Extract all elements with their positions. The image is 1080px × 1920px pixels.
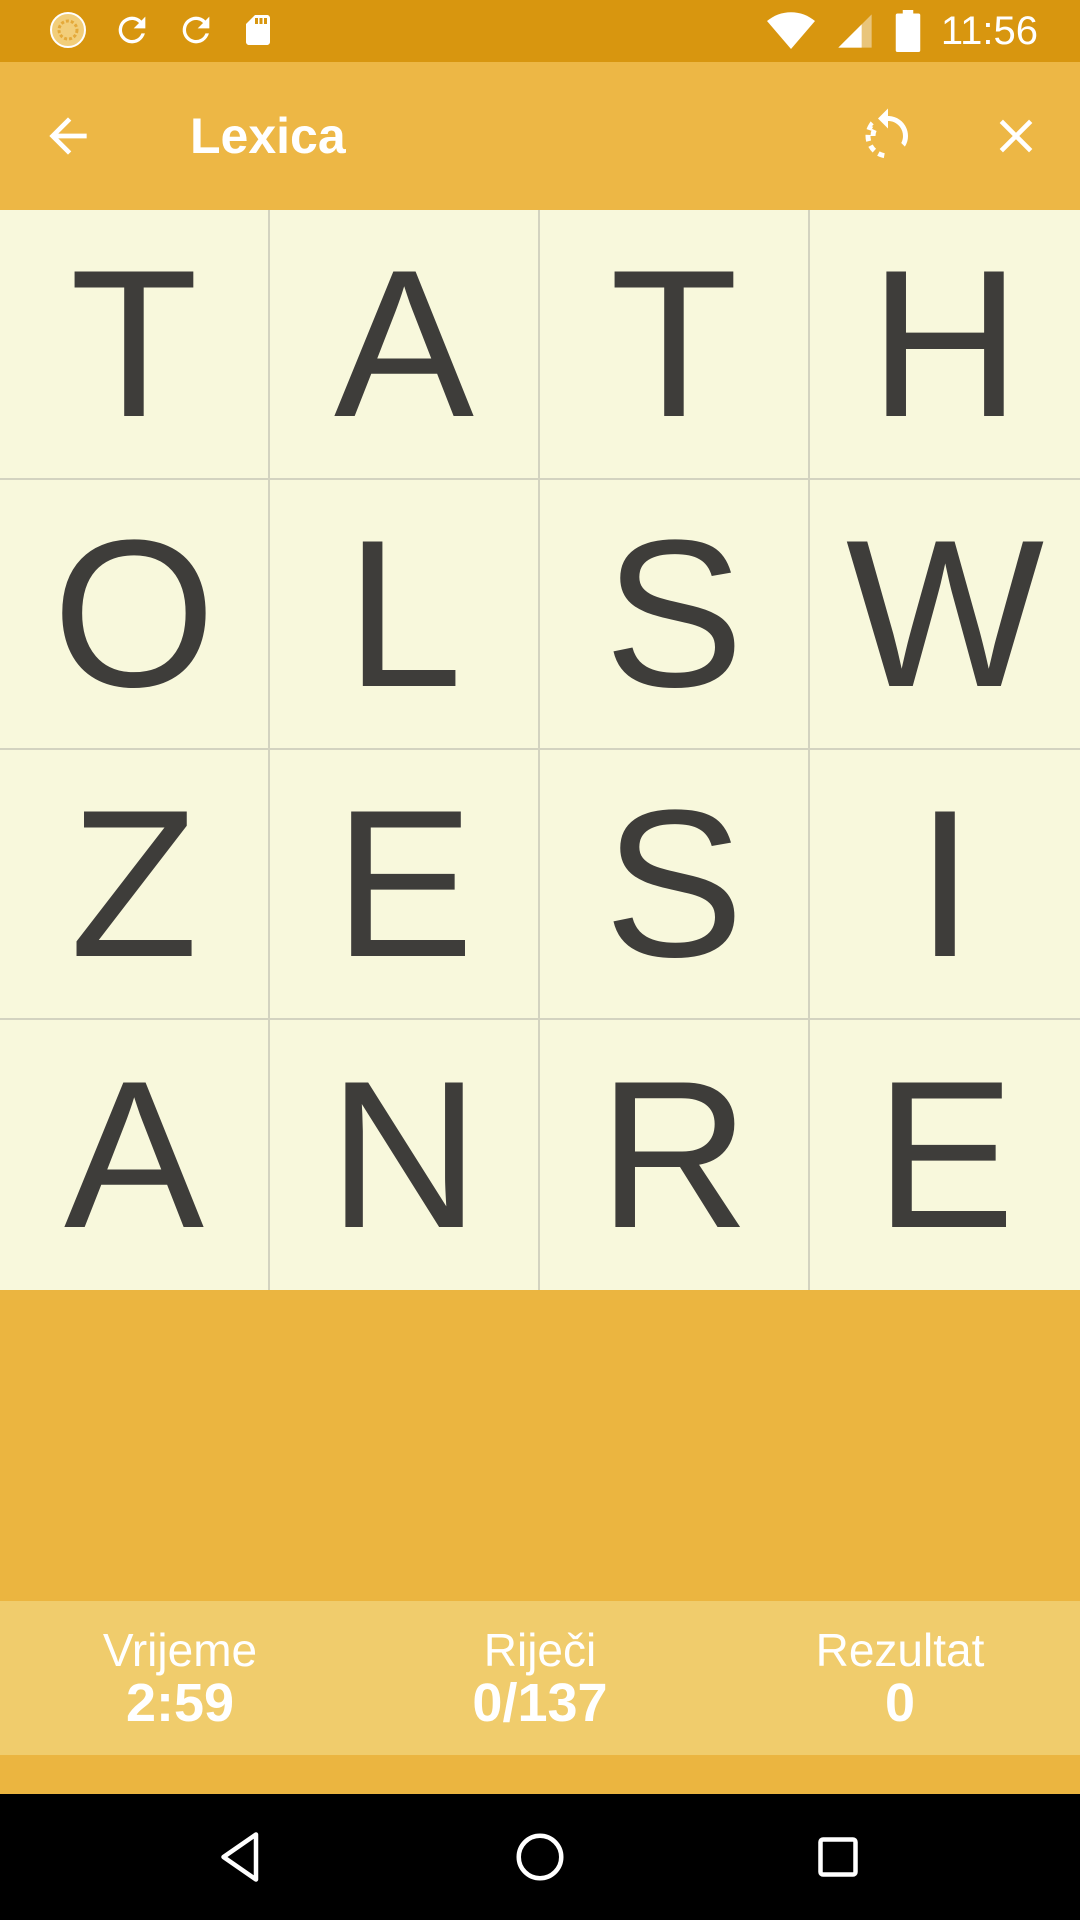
restart-button[interactable] <box>858 106 918 166</box>
battery-icon <box>895 10 921 52</box>
letter-tile[interactable]: I <box>810 750 1080 1020</box>
nav-recents-button[interactable] <box>808 1827 868 1887</box>
page-title: Lexica <box>190 108 346 164</box>
nav-home-button[interactable] <box>510 1827 570 1887</box>
app-bar: Lexica <box>0 62 1080 210</box>
letter-tile[interactable]: A <box>270 210 540 480</box>
close-button[interactable] <box>988 108 1044 164</box>
letter-tile[interactable]: E <box>810 1020 1080 1290</box>
letter-tile[interactable]: T <box>540 210 810 480</box>
nav-back-button[interactable] <box>211 1827 271 1887</box>
sd-card-icon <box>246 15 270 45</box>
stats-bar: Vrijeme 2:59 Riječi 0/137 Rezultat 0 <box>0 1601 1080 1755</box>
letter-board: T A T H O L S W Z E S I A N R E <box>0 210 1080 1290</box>
back-arrow-icon <box>49 117 87 155</box>
words-stat: Riječi 0/137 <box>390 1625 690 1731</box>
nav-back-icon <box>221 1832 259 1882</box>
back-button[interactable] <box>40 108 96 164</box>
letter-tile[interactable]: O <box>0 480 270 750</box>
nav-recents-icon <box>818 1837 858 1877</box>
letter-tile[interactable]: W <box>810 480 1080 750</box>
letter-tile[interactable]: A <box>0 1020 270 1290</box>
time-value: 2:59 <box>125 1673 235 1733</box>
status-time: 11:56 <box>940 9 1038 53</box>
words-value: 0/137 <box>472 1673 608 1733</box>
cell-signal-icon <box>838 14 872 48</box>
refresh-icon <box>865 108 908 159</box>
letter-tile[interactable]: H <box>810 210 1080 480</box>
letter-tile[interactable]: T <box>0 210 270 480</box>
letter-tile[interactable]: N <box>270 1020 540 1290</box>
app-notification-icon <box>50 12 86 48</box>
score-stat: Rezultat 0 <box>750 1625 1050 1731</box>
letter-tile[interactable]: S <box>540 480 810 750</box>
words-label: Riječi <box>483 1624 597 1676</box>
letter-tile[interactable]: S <box>540 750 810 1020</box>
navigation-bar <box>0 1794 1080 1920</box>
close-icon <box>999 119 1033 153</box>
status-bar: 11:56 <box>0 0 1080 62</box>
letter-tile[interactable]: L <box>270 480 540 750</box>
sync-icon <box>182 16 210 44</box>
score-label: Rezultat <box>815 1624 985 1676</box>
wifi-icon <box>766 12 815 49</box>
score-value: 0 <box>884 1673 916 1733</box>
time-stat: Vrijeme 2:59 <box>30 1625 330 1731</box>
sync-icon <box>118 16 146 44</box>
letter-tile[interactable]: R <box>540 1020 810 1290</box>
letter-tile[interactable]: E <box>270 750 540 1020</box>
letter-tile[interactable]: Z <box>0 750 270 1020</box>
nav-home-icon <box>516 1833 564 1881</box>
time-label: Vrijeme <box>102 1624 258 1676</box>
